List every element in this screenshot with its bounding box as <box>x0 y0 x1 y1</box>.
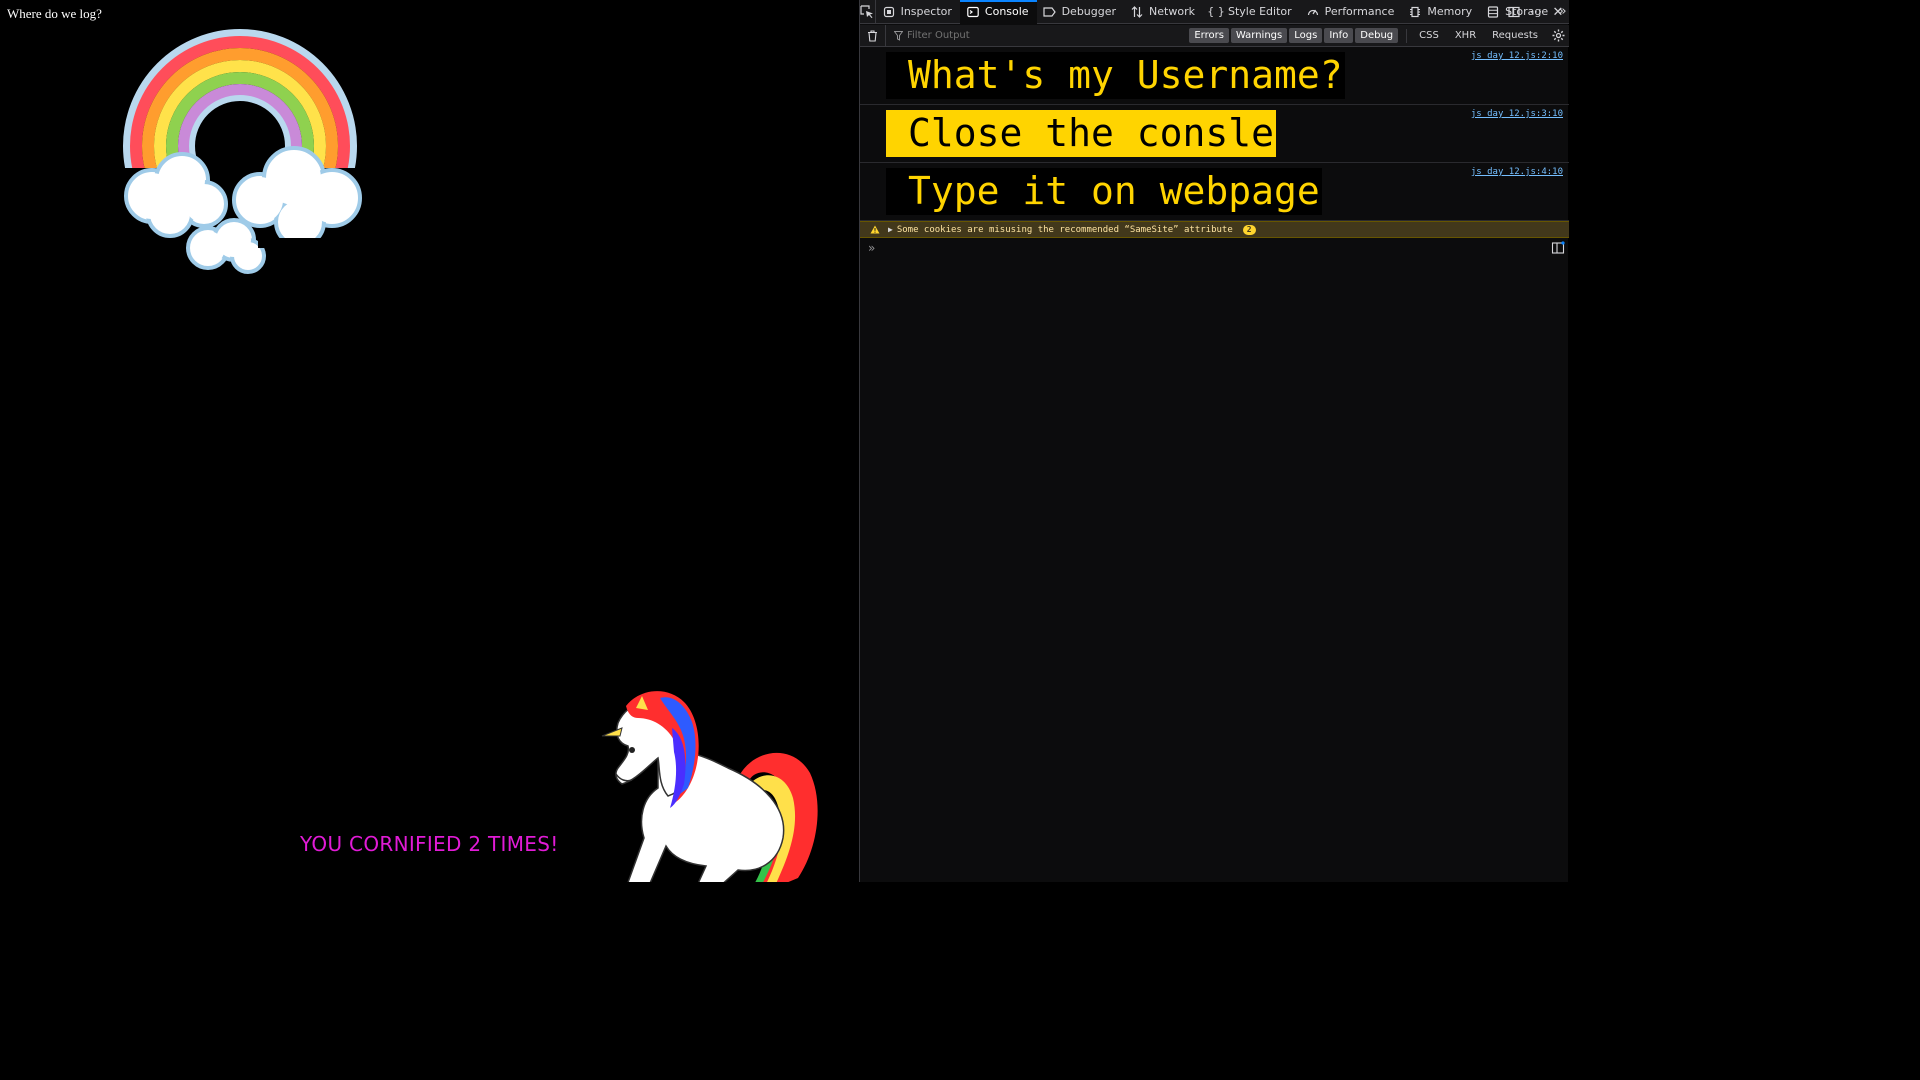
console-input-row[interactable]: » <box>860 238 1569 258</box>
close-devtools-button[interactable]: ✕ <box>1547 0 1569 24</box>
element-picker-button[interactable] <box>860 0 876 24</box>
console-message: Type it on webpage js_day_12.js:4:10 <box>860 163 1569 221</box>
tab-inspector[interactable]: Inspector <box>876 0 960 24</box>
tab-label: Console <box>984 5 1029 18</box>
style-editor-icon: { } <box>1207 5 1225 18</box>
tab-label: Style Editor <box>1227 5 1292 18</box>
ellipsis-icon: ⋯ <box>1529 4 1543 20</box>
devtools-window-controls: ⋯ ✕ <box>1503 0 1569 24</box>
inspector-icon <box>882 5 896 19</box>
console-message-text: Close the consle <box>886 110 1277 157</box>
filter-css-button[interactable]: CSS <box>1414 28 1444 43</box>
dock-side-icon <box>1508 6 1520 18</box>
tab-network[interactable]: Network <box>1124 0 1203 24</box>
tab-memory[interactable]: Memory <box>1402 0 1480 24</box>
filter-output <box>886 25 1187 47</box>
console-message-text: Type it on webpage <box>886 168 1322 215</box>
devtools-tabbar: Inspector Console Debugger Network { } S… <box>860 0 1569 24</box>
webpage-viewport: Where do we log? YOU CORNIFIED 2 TIMES! <box>0 0 859 882</box>
devtools-panel: Inspector Console Debugger Network { } S… <box>859 0 1569 882</box>
expand-arrow-icon[interactable]: ▶ <box>888 225 893 234</box>
tab-debugger[interactable]: Debugger <box>1037 0 1124 24</box>
console-toolbar: Errors Warnings Logs Info Debug CSS XHR … <box>860 24 1569 47</box>
element-picker-icon <box>860 4 874 18</box>
console-message: Close the consle js_day_12.js:3:10 <box>860 105 1569 163</box>
console-message: What's my Username? js_day_12.js:2:10 <box>860 47 1569 105</box>
toolbar-divider <box>1406 28 1408 43</box>
dock-toggle-button[interactable] <box>1503 0 1525 24</box>
console-output: What's my Username? js_day_12.js:2:10 Cl… <box>860 47 1569 258</box>
filter-errors-button[interactable]: Errors <box>1189 28 1229 43</box>
warning-icon <box>868 225 882 234</box>
repeat-count-badge: 2 <box>1242 224 1256 235</box>
unicorn-image <box>601 691 818 882</box>
filter-icon <box>894 30 903 41</box>
debugger-icon <box>1043 5 1057 19</box>
filter-requests-button[interactable]: Requests <box>1487 28 1543 43</box>
tab-label: Performance <box>1324 5 1395 18</box>
console-message-text: What's my Username? <box>886 52 1345 99</box>
tab-style-editor[interactable]: { } Style Editor <box>1203 0 1300 24</box>
options-menu-button[interactable]: ⋯ <box>1525 0 1547 24</box>
console-icon <box>966 5 980 19</box>
filter-debug-button[interactable]: Debug <box>1355 28 1399 43</box>
performance-icon <box>1306 5 1320 19</box>
filter-warnings-button[interactable]: Warnings <box>1230 28 1288 43</box>
network-icon <box>1130 5 1144 19</box>
editor-mode-toggle-icon[interactable] <box>1551 241 1565 255</box>
filter-output-input[interactable] <box>907 30 1107 41</box>
page-heading: Where do we log? <box>7 6 102 21</box>
filter-info-button[interactable]: Info <box>1324 28 1354 43</box>
warning-text: Some cookies are misusing the recommende… <box>896 224 1233 235</box>
tab-console[interactable]: Console <box>959 0 1037 24</box>
tab-label: Debugger <box>1061 5 1117 18</box>
console-warning[interactable]: ▶ Some cookies are misusing the recommen… <box>860 221 1569 238</box>
close-icon: ✕ <box>1552 4 1564 20</box>
rainbow-image <box>123 29 362 274</box>
filter-xhr-button[interactable]: XHR <box>1450 28 1481 43</box>
tab-label: Network <box>1149 5 1195 18</box>
tab-performance[interactable]: Performance <box>1300 0 1403 24</box>
clear-console-button[interactable] <box>860 24 886 47</box>
storage-icon <box>1486 5 1500 19</box>
console-settings-button[interactable] <box>1547 25 1569 47</box>
tab-label: Inspector <box>900 5 952 18</box>
memory-icon <box>1408 5 1422 19</box>
gear-icon <box>1552 29 1564 42</box>
message-source-link[interactable]: js_day_12.js:3:10 <box>1471 109 1563 119</box>
message-source-link[interactable]: js_day_12.js:2:10 <box>1471 51 1563 61</box>
message-source-link[interactable]: js_day_12.js:4:10 <box>1471 167 1563 177</box>
trash-icon <box>868 29 877 42</box>
console-prompt-icon: » <box>868 241 876 255</box>
cornified-counter: YOU CORNIFIED 2 TIMES! <box>300 832 559 856</box>
tab-label: Memory <box>1427 5 1473 18</box>
filter-logs-button[interactable]: Logs <box>1289 28 1323 43</box>
